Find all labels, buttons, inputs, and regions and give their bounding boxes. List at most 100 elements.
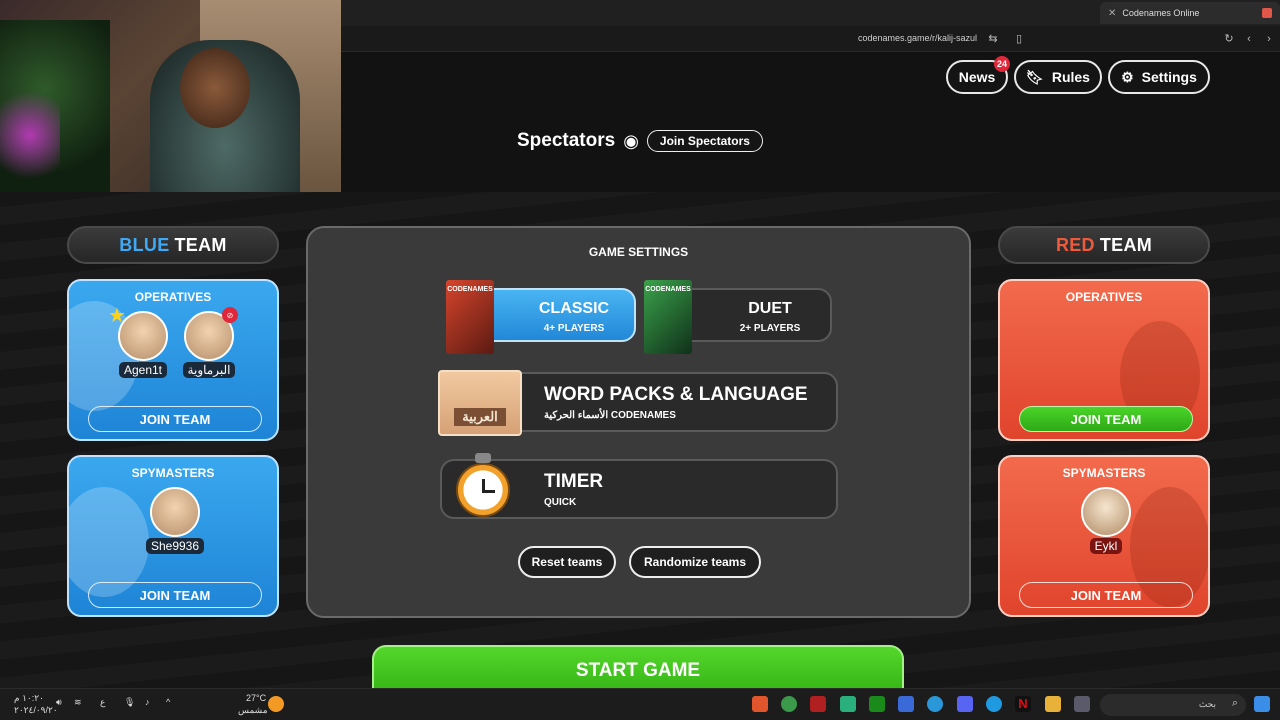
news-label: News <box>958 69 996 85</box>
microphone-icon[interactable]: 🎙︎ <box>124 697 135 708</box>
bookmark-icon: 🔖︎ <box>1026 68 1044 85</box>
folder-icon[interactable] <box>1045 696 1061 712</box>
brave-icon[interactable] <box>752 696 768 712</box>
rules-button[interactable]: 🔖︎ Rules <box>1014 60 1102 94</box>
duet-box-art: CODENAMES <box>644 280 692 354</box>
bookmark-icon[interactable]: ▯ <box>1012 32 1026 46</box>
classic-box-text: CODENAMES <box>447 286 493 293</box>
avatar <box>108 303 168 361</box>
settings-label: Settings <box>1141 69 1197 85</box>
reset-teams-button[interactable]: Reset teams <box>518 546 616 578</box>
weather-temp[interactable]: 27°C <box>246 693 266 703</box>
windows-start-icon[interactable] <box>1254 696 1270 712</box>
news-badge: 24 <box>993 56 1010 72</box>
classic-label: CLASSIC <box>538 300 610 317</box>
red-team-name-rest: TEAM <box>1099 234 1153 255</box>
reload-icon[interactable]: ↻ <box>1222 32 1236 46</box>
disconnected-icon: ⊘ <box>222 307 238 323</box>
timer-label: TIMER <box>544 471 604 492</box>
red-operatives-title: OPERATIVES <box>1065 290 1143 304</box>
player-card[interactable]: Eykl <box>1074 487 1138 555</box>
gear-icon: ⚙ <box>1121 68 1134 85</box>
red-spymasters-join-button[interactable]: JOIN TEAM <box>1019 582 1193 608</box>
close-tab-icon[interactable]: ✕ <box>1108 8 1116 19</box>
speaker-icon[interactable]: ♪ <box>145 697 150 707</box>
duet-label: DUET <box>748 300 792 317</box>
timer-sub: QUICK <box>544 497 577 508</box>
app-icon[interactable] <box>898 696 914 712</box>
settings-button[interactable]: ⚙ Settings <box>1108 60 1210 94</box>
game-settings-panel: GAME SETTINGS CLASSIC 4+ PLAYERS CODENAM… <box>306 226 971 618</box>
player-name: Eykl <box>1089 538 1123 554</box>
app-icon[interactable] <box>810 696 826 712</box>
favicon-icon <box>1262 8 1272 18</box>
player-card[interactable]: She9936 <box>143 487 207 555</box>
red-spymasters-title: SPYMASTERS <box>1062 466 1146 480</box>
avatar: ⊘ <box>184 307 238 361</box>
player-card[interactable]: Agen1t <box>108 303 175 379</box>
player-name: Agen1t <box>118 362 168 378</box>
duet-sub: 2+ PLAYERS <box>739 323 801 334</box>
blue-team-header: BLUE TEAM <box>67 226 279 264</box>
avatar <box>150 487 200 537</box>
weather-icon[interactable] <box>268 696 284 712</box>
red-operatives-panel: OPERATIVES JOIN TEAM <box>998 279 1210 441</box>
taskbar-search[interactable]: بحث ⌕ <box>1100 694 1246 716</box>
discord-icon[interactable] <box>957 696 973 712</box>
tab-title: Codenames Online <box>1122 8 1200 18</box>
player-card[interactable]: ⊘ البرماوية <box>177 307 241 379</box>
clock-date[interactable]: ٢٠٢٤/٠٩/٢٠ <box>14 705 58 716</box>
browser-tab[interactable]: ✕ Codenames Online <box>1100 2 1280 24</box>
blue-spymasters-title: SPYMASTERS <box>131 466 215 480</box>
classic-box-art: CODENAMES <box>446 280 494 354</box>
language-indicator[interactable]: ع <box>100 697 105 708</box>
blue-team-name-rest: TEAM <box>174 234 227 255</box>
eye-icon: ◉ <box>623 130 639 151</box>
volume-icon[interactable]: 🔊︎ <box>56 697 62 708</box>
join-spectators-button[interactable]: Join Spectators <box>646 130 763 152</box>
language-box-art: العربية <box>438 370 522 436</box>
blue-team-name-color: BLUE <box>119 234 170 255</box>
chevron-up-icon[interactable]: ^ <box>166 697 170 707</box>
back-icon[interactable]: › <box>1262 32 1276 46</box>
word-packs-label: WORD PACKS & LANGUAGE <box>544 384 808 405</box>
blue-spymasters-panel: SPYMASTERS She9936 JOIN TEAM <box>67 455 279 617</box>
blue-spymasters-join-button[interactable]: JOIN TEAM <box>88 582 262 608</box>
character-art <box>69 487 149 597</box>
taskbar: ١٠:٢٠ م ٢٠٢٤/٠٩/٢٠ 🔊︎ ≋ ع 🎙︎ ♪ ^ 27°C مش… <box>0 688 1280 720</box>
xbox-icon[interactable] <box>869 696 885 712</box>
randomize-teams-button[interactable]: Randomize teams <box>629 546 761 578</box>
news-button[interactable]: News 24 <box>946 56 1010 94</box>
timer-option[interactable]: TIMER QUICK <box>440 453 838 519</box>
screen: + ✕ Codenames Online codenames.game/r/ka… <box>0 0 1280 720</box>
duet-box-text: CODENAMES <box>645 286 691 293</box>
spectators-title: Spectators <box>517 130 616 151</box>
blue-operatives-join-button[interactable]: JOIN TEAM <box>88 406 262 432</box>
clock-time[interactable]: ١٠:٢٠ م <box>14 693 44 704</box>
netflix-icon[interactable]: N <box>1015 696 1031 712</box>
forward-icon[interactable]: ‹ <box>1242 32 1256 46</box>
app-icon[interactable] <box>840 696 856 712</box>
weather-text[interactable]: مشمس <box>238 705 268 716</box>
red-spymasters-panel: SPYMASTERS Eykl JOIN TEAM <box>998 455 1210 617</box>
telegram-icon[interactable] <box>927 696 943 712</box>
blue-operatives-panel: OPERATIVES Agen1t ⊘ البرماوية JOIN TEAM <box>67 279 279 441</box>
red-operatives-join-button[interactable]: JOIN TEAM <box>1019 406 1193 432</box>
webcam-overlay <box>0 0 341 192</box>
site-settings-icon[interactable]: ⇆ <box>986 32 1000 46</box>
spectators-bar: Spectators ◉ Join Spectators <box>517 130 763 152</box>
edge-icon[interactable] <box>986 696 1002 712</box>
rules-label: Rules <box>1051 69 1090 85</box>
player-name: She9936 <box>145 538 205 554</box>
word-packs-sub: الأسماء الحركية CODENAMES <box>544 410 676 421</box>
red-team-name-color: RED <box>1055 234 1095 255</box>
chrome-icon[interactable] <box>781 696 797 712</box>
search-icon: ⌕ <box>1231 697 1238 709</box>
wifi-icon[interactable]: ≋ <box>74 697 82 708</box>
classic-sub: 4+ PLAYERS <box>543 323 605 334</box>
store-icon[interactable] <box>1074 696 1090 712</box>
avatar <box>1081 487 1131 537</box>
word-packs-option[interactable]: العربية WORD PACKS & LANGUAGE الأسماء ال… <box>438 370 838 436</box>
url-field[interactable]: codenames.game/r/kalij-sazul <box>858 33 977 43</box>
stopwatch-icon <box>456 453 512 519</box>
